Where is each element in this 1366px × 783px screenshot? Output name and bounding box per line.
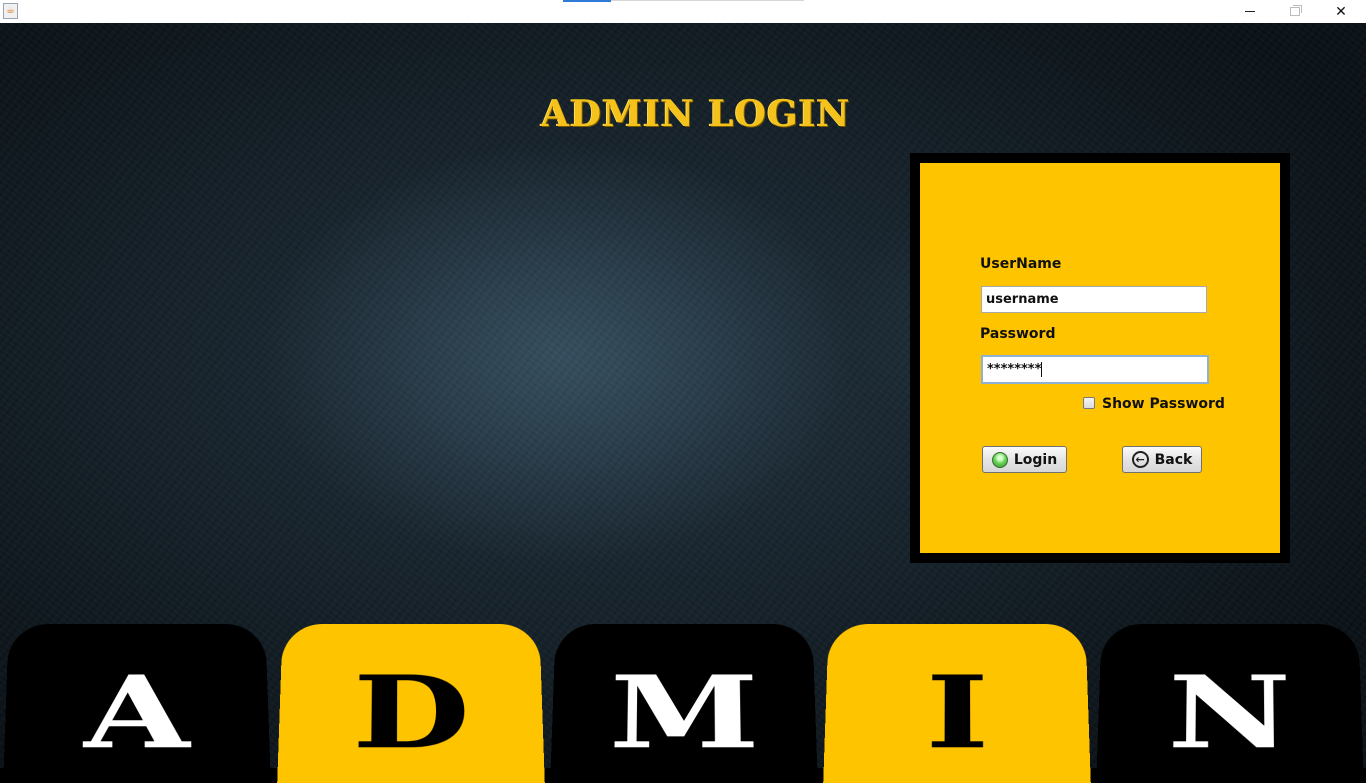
show-password-label[interactable]: Show Password — [1102, 396, 1225, 412]
page-title: ADMIN LOGIN — [541, 93, 851, 135]
maximize-button[interactable] — [1272, 0, 1318, 23]
tile-letter-i: I — [823, 624, 1091, 783]
green-status-icon — [991, 451, 1008, 468]
text-caret — [1041, 362, 1043, 377]
password-mask: ******** — [987, 362, 1042, 377]
window-titlebar: ☕ ✕ — [0, 0, 1366, 24]
login-button-label: Login — [1013, 451, 1058, 468]
java-cup-icon: ☕ — [3, 3, 18, 19]
tile-letter: A — [83, 653, 191, 772]
back-button-label: Back — [1154, 451, 1193, 468]
minimize-icon — [1245, 11, 1255, 12]
tile-letter: N — [1167, 653, 1293, 772]
show-password-checkbox[interactable] — [1083, 397, 1095, 409]
username-label: UserName — [980, 256, 1062, 272]
username-field[interactable] — [981, 286, 1207, 313]
password-label: Password — [980, 326, 1056, 342]
close-icon: ✕ — [1335, 3, 1347, 20]
tile-letter-n: N — [1096, 624, 1364, 783]
titlebar-divider — [611, 0, 804, 1]
tile-letter-d: D — [277, 624, 545, 783]
minimize-button[interactable] — [1227, 0, 1273, 23]
close-button[interactable]: ✕ — [1318, 0, 1364, 23]
tile-letter: D — [351, 653, 471, 772]
titlebar-accent — [563, 0, 611, 2]
back-arrow-icon: ← — [1131, 451, 1149, 468]
password-field[interactable]: ******** — [981, 355, 1209, 384]
tile-letter-a: A — [3, 624, 271, 783]
tile-letter: I — [924, 653, 990, 772]
restore-icon — [1290, 5, 1302, 16]
tile-letter: M — [607, 653, 761, 772]
tile-letter-m: M — [550, 624, 818, 783]
login-button[interactable]: Login — [982, 446, 1067, 473]
back-button[interactable]: ← Back — [1122, 446, 1202, 473]
